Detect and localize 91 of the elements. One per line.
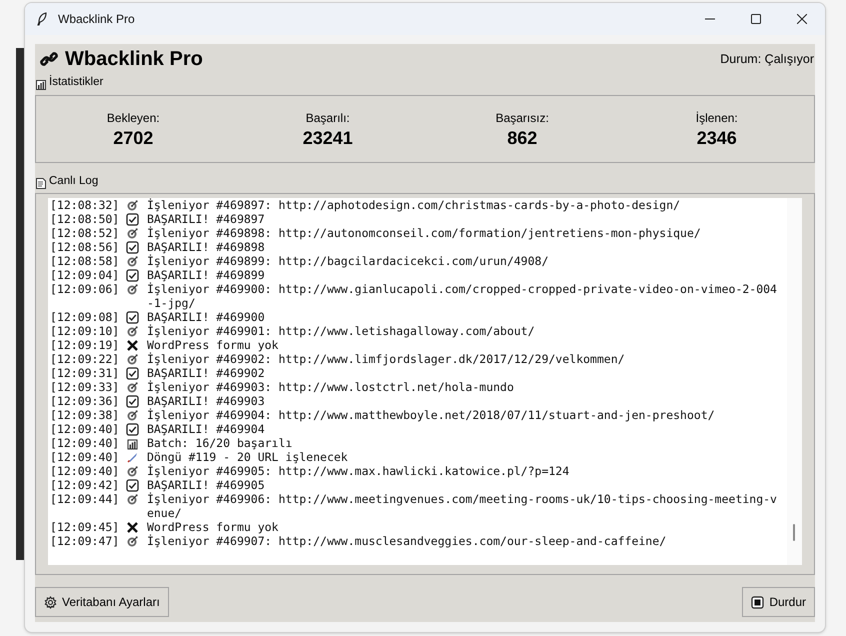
stat-label: Bekleyen: xyxy=(106,110,160,127)
log-timestamp: [12:09:40] xyxy=(50,436,120,450)
log-message: Döngü #119 - 20 URL işlenecek xyxy=(146,450,349,464)
bar-chart-icon xyxy=(126,437,140,450)
log-timestamp: [12:09:45] xyxy=(50,520,120,534)
checkbox-icon xyxy=(126,367,140,380)
checkbox-icon xyxy=(126,395,140,408)
close-icon xyxy=(797,14,807,24)
log-timestamp: [12:09:06] xyxy=(50,282,120,296)
stat-value: 2346 xyxy=(696,127,737,149)
log-timestamp: [12:09:08] xyxy=(50,310,120,324)
log-message: İşleniyor #469901: http://www.letishagalloway.com/about/ xyxy=(146,324,536,338)
log-timestamp: [12:09:19] xyxy=(50,338,120,352)
feather-icon xyxy=(37,12,47,26)
checkbox-icon xyxy=(126,269,140,282)
checkbox-icon xyxy=(126,241,140,254)
log-message: BAŞARILI! #469897 xyxy=(146,212,266,226)
cross-icon xyxy=(126,339,140,352)
gear-icon xyxy=(44,596,57,608)
log-message: BAŞARILI! #469900 xyxy=(146,310,266,324)
stat-value: 862 xyxy=(507,127,538,149)
log-message: WordPress formu yok xyxy=(146,338,280,352)
log-message: BAŞARILI! #469898 xyxy=(146,240,266,254)
log-timestamp: [12:09:33] xyxy=(50,380,120,394)
link-icon xyxy=(40,51,58,67)
log-message: İşleniyor #469897: http://aphotodesign.com/christmas-cards-by-a-photo-design/ xyxy=(146,198,682,212)
log-message: BAŞARILI! #469903 xyxy=(146,394,266,408)
target-icon xyxy=(126,227,140,240)
stop-icon xyxy=(751,596,764,608)
log-timestamp: [12:08:50] xyxy=(50,212,120,226)
target-icon xyxy=(126,535,140,548)
stat-label: Başarısız: xyxy=(496,110,549,127)
stat-label: İşlenen: xyxy=(696,110,738,127)
log-timestamp: [12:09:40] xyxy=(50,464,120,478)
window-title: Wbacklink Pro xyxy=(58,11,135,28)
log-timestamp: [12:08:52] xyxy=(50,226,120,240)
target-icon xyxy=(126,409,140,422)
log-timestamp: [12:08:56] xyxy=(50,240,120,254)
log-message: Batch: 16/20 başarılı xyxy=(146,436,294,450)
maximize-icon xyxy=(751,14,761,24)
log-message: İşleniyor #469898: http://autonomconseil.com/formation/jentretiens-mon-physique/ xyxy=(146,226,702,240)
cross-icon xyxy=(126,521,140,534)
scrollbar-thumb[interactable] xyxy=(793,524,795,541)
stat-value: 2702 xyxy=(113,127,154,149)
log-timestamp: [12:09:40] xyxy=(50,450,120,464)
log-timestamp: [12:08:58] xyxy=(50,254,120,268)
target-icon xyxy=(126,465,140,478)
stat-value: 23241 xyxy=(302,127,353,149)
log-message: İşleniyor #469900: http://www.gianlucapoli.com/cropped-cropped-private-video-on-vimeo-2-004-1-jpg/ xyxy=(146,282,778,310)
log-message: BAŞARILI! #469899 xyxy=(146,268,266,282)
app-title: Wbacklink Pro xyxy=(65,47,203,72)
document-icon xyxy=(36,178,46,189)
log-message: İşleniyor #469907: http://www.musclesandveggies.com/our-sleep-and-caffeine/ xyxy=(146,534,668,548)
settings-button[interactable]: Veritabanı Ayarları xyxy=(35,587,169,617)
log-timestamp: [12:09:31] xyxy=(50,366,120,380)
target-icon xyxy=(126,255,140,268)
log-timestamp: [12:09:44] xyxy=(50,492,120,506)
log-timestamp: [12:09:36] xyxy=(50,394,120,408)
log-message: İşleniyor #469905: http://www.max.hawlicki.katowice.pl/?p=124 xyxy=(146,464,570,478)
log-timestamp: [12:09:38] xyxy=(50,408,120,422)
log-message: BAŞARILI! #469905 xyxy=(146,478,266,492)
bar-chart-icon xyxy=(36,80,46,90)
section-label: İstatistikler xyxy=(49,74,104,90)
stop-button[interactable]: Durdur xyxy=(742,587,815,617)
log-timestamp: [12:09:04] xyxy=(50,268,120,282)
log-message: İşleniyor #469906: http://www.meetingvenues.com/meeting-rooms-uk/10-tips-choosing-meeting-venue/ xyxy=(146,492,778,520)
log-message: İşleniyor #469904: http://www.matthewboyle.net/2018/07/11/stuart-and-jen-preshoot/ xyxy=(146,408,716,422)
target-icon xyxy=(126,325,140,338)
target-icon xyxy=(126,353,140,366)
log-message: İşleniyor #469902: http://www.limfjordslager.dk/2017/12/29/velkommen/ xyxy=(146,352,626,366)
log-timestamp: [12:09:22] xyxy=(50,352,120,366)
log-timestamp: [12:09:47] xyxy=(50,534,120,548)
log-message: BAŞARILI! #469902 xyxy=(146,366,266,380)
log-timestamp: [12:09:10] xyxy=(50,324,120,338)
checkbox-icon xyxy=(126,479,140,492)
status-text: Durum: Çalışıyor xyxy=(720,50,814,68)
log-timestamp: [12:09:40] xyxy=(50,422,120,436)
target-icon xyxy=(126,381,140,394)
target-icon xyxy=(126,283,140,296)
log-timestamp: [12:09:42] xyxy=(50,478,120,492)
checkbox-icon xyxy=(126,311,140,324)
log-message: İşleniyor #469899: http://bagcilardacicekci.com/urun/4908/ xyxy=(146,254,550,268)
log-timestamp: [12:08:32] xyxy=(50,198,120,212)
section-label: Canlı Log xyxy=(49,174,98,190)
log-message: BAŞARILI! #469904 xyxy=(146,422,266,436)
log-message: İşleniyor #469903: http://www.lostctrl.net/hola-mundo xyxy=(146,380,515,394)
stat-label: Başarılı: xyxy=(306,110,350,127)
target-icon xyxy=(126,493,140,506)
checkbox-icon xyxy=(126,213,140,226)
log-message: WordPress formu yok xyxy=(146,520,280,534)
checkbox-icon xyxy=(126,423,140,436)
